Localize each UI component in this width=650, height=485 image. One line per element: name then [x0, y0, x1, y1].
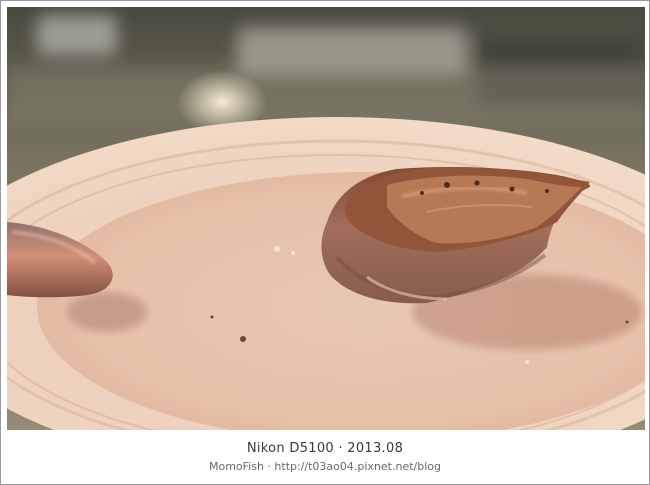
- caption-title: Nikon D5100 · 2013.08: [246, 441, 404, 456]
- photo-illustration: [7, 7, 645, 430]
- caption-subtitle: MomoFish · http://t03ao04.pixnet.net/blo…: [208, 460, 442, 473]
- photo-frame: Nikon D5100 · 2013.08 MomoFish · http://…: [0, 0, 650, 485]
- food-photo: [7, 7, 645, 430]
